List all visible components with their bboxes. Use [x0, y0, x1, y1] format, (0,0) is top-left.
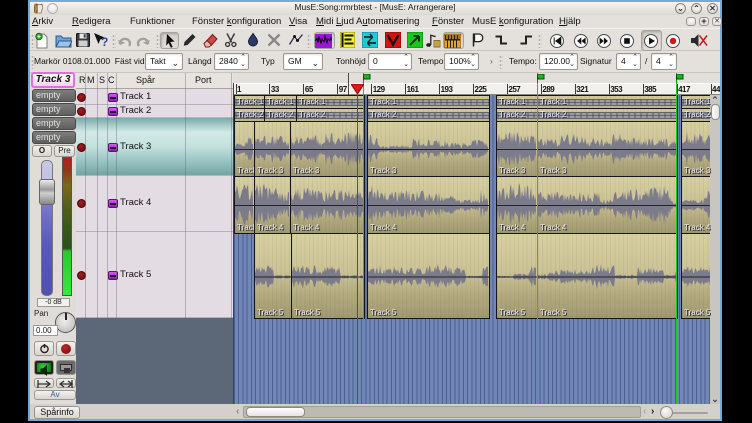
svg-text:?: ? [101, 35, 108, 49]
